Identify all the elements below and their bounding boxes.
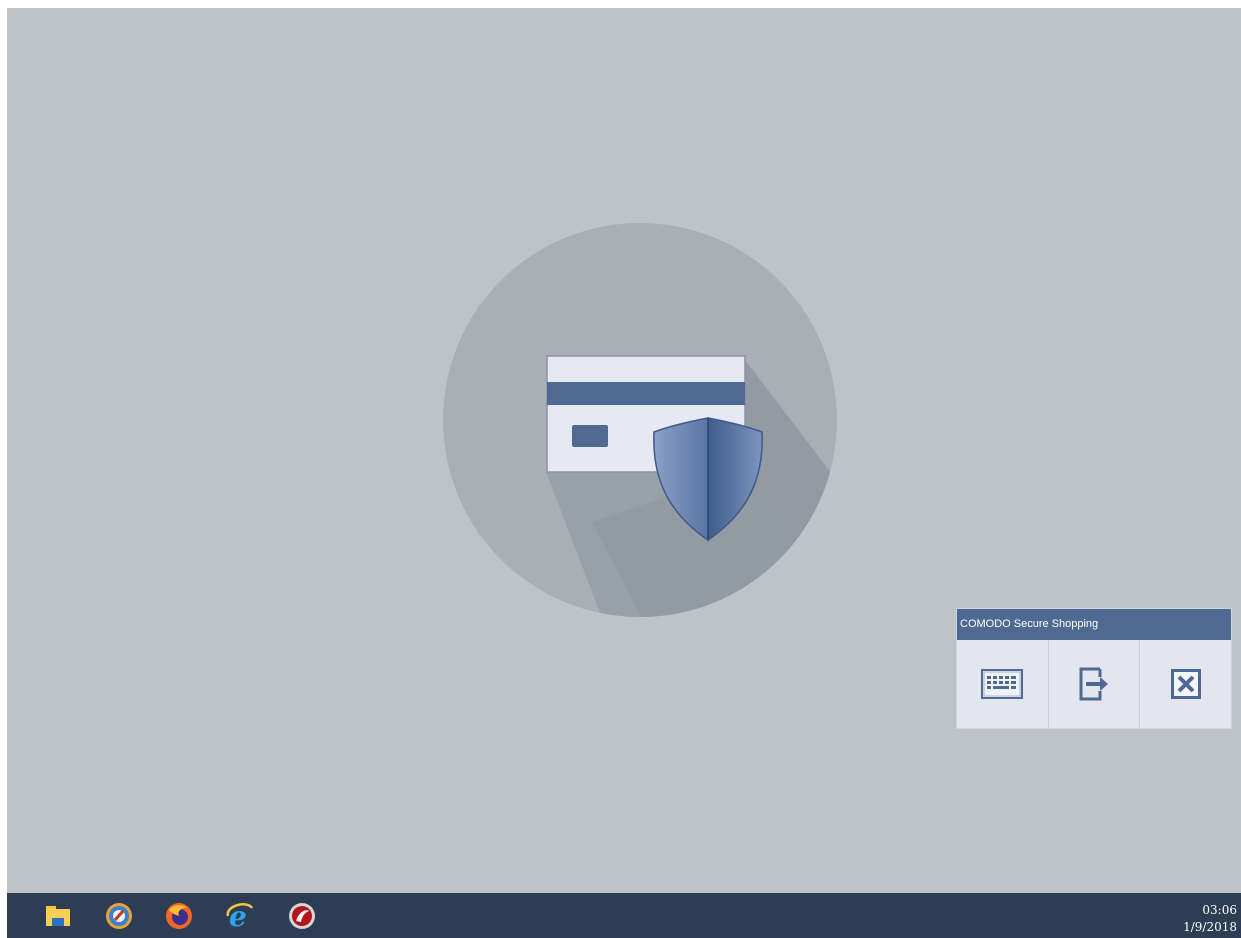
internet-explorer-icon: e bbox=[226, 902, 254, 930]
close-icon bbox=[1170, 669, 1201, 699]
clock-date: 1/9/2018 bbox=[1183, 920, 1237, 934]
taskbar: e 03:06 1/9/2018 bbox=[7, 893, 1241, 938]
comodo-ice-dragon-icon bbox=[289, 903, 315, 929]
close-button[interactable] bbox=[1140, 640, 1231, 728]
switch-desktop-button[interactable] bbox=[1049, 640, 1141, 728]
switch-desktop-icon bbox=[1079, 667, 1108, 701]
comodo-dragon-icon bbox=[106, 903, 132, 929]
comodo-ice-dragon-button[interactable] bbox=[285, 899, 319, 933]
file-explorer-button[interactable] bbox=[41, 899, 75, 933]
comodo-dragon-button[interactable] bbox=[102, 899, 136, 933]
secure-shopping-emblem bbox=[443, 223, 837, 617]
secure-shopping-widget: COMODO Secure Shopping bbox=[956, 608, 1232, 729]
widget-title: COMODO Secure Shopping bbox=[957, 609, 1231, 640]
file-explorer-icon bbox=[46, 906, 70, 926]
firefox-button[interactable] bbox=[162, 899, 196, 933]
desktop bbox=[7, 8, 1241, 893]
system-clock[interactable]: 03:06 1/9/2018 bbox=[1183, 902, 1237, 936]
clock-time: 03:06 bbox=[1202, 903, 1237, 917]
internet-explorer-button[interactable]: e bbox=[223, 899, 257, 933]
virtual-keyboard-button[interactable] bbox=[957, 640, 1049, 728]
firefox-icon bbox=[166, 903, 192, 929]
keyboard-icon bbox=[981, 669, 1024, 699]
widget-buttons bbox=[957, 640, 1231, 728]
